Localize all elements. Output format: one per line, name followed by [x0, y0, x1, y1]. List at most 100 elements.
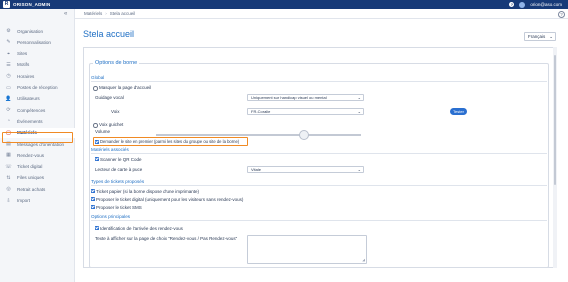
- calendar-icon: ▦: [6, 152, 11, 159]
- cart-icon: ◎: [6, 186, 11, 193]
- section-divider: [91, 220, 547, 221]
- text-display-textarea[interactable]: ◢: [247, 235, 367, 264]
- sidebar-item-label: Personnalisation: [17, 39, 51, 45]
- chevron-down-icon: ⌄: [549, 34, 553, 39]
- sidebar-item-label: Sites: [17, 51, 28, 57]
- sidebar-item-label: Événements: [17, 118, 43, 124]
- voice-guided-radio[interactable]: [93, 123, 98, 128]
- identify-checkbox[interactable]: [95, 226, 99, 230]
- section-main-title: Options principales: [91, 214, 131, 219]
- sidebar-item-4[interactable]: ◷ Horaires: [0, 71, 75, 81]
- top-bar: R ORISON_ADMIN ? orion@aso.com: [0, 0, 568, 9]
- scrollbar-thumb[interactable]: [554, 55, 556, 185]
- resize-handle-icon[interactable]: ◢: [362, 258, 365, 262]
- sidebar-item-15[interactable]: ⇩ Import: [0, 196, 75, 206]
- sidebar-item-label: Import: [17, 198, 31, 203]
- logo-icon: R: [3, 1, 10, 8]
- sidebar-item-13[interactable]: ⇅ Files uniques: [0, 173, 75, 183]
- section-tickets-title: Types de tickets proposés: [91, 179, 145, 184]
- sidebar-item-3[interactable]: ☰ Motifs: [0, 60, 75, 70]
- card-reader-label: Lecteur de carte à puce: [95, 167, 143, 172]
- card-reader-select[interactable]: Vitale ⌄: [247, 166, 364, 173]
- app-root: R ORISON_ADMIN ? orion@aso.com « ⚙ Organi…: [0, 0, 568, 282]
- voice-guided-label: Voix guichet: [99, 122, 124, 127]
- brush-icon: ✎: [6, 39, 11, 46]
- card-reader-value: Vitale: [251, 167, 261, 172]
- skills-icon: ⟳: [6, 107, 11, 114]
- breadcrumb-separator: ›: [105, 11, 107, 16]
- sidebar-item-label: Utilisateurs: [17, 96, 40, 102]
- page-title: Stela accueil: [83, 29, 135, 39]
- sidebar-item-14[interactable]: ◎ Retrait achats: [0, 184, 75, 194]
- sidebar-item-0[interactable]: ⚙ Organisation: [0, 26, 75, 36]
- language-value: Français: [528, 34, 546, 39]
- language-select[interactable]: Français ⌄: [524, 32, 556, 41]
- brand-name: ORISON_ADMIN: [13, 2, 51, 7]
- breadcrumb: Matériels › Stela accueil: [75, 9, 568, 19]
- sidebar-item-7[interactable]: ⟳ Compétences: [0, 105, 75, 115]
- list-icon: ☰: [6, 61, 11, 68]
- breadcrumb-item-materiels[interactable]: Matériels: [84, 11, 102, 16]
- help-circle-icon[interactable]: ?: [509, 2, 515, 7]
- section-divider: [91, 153, 547, 154]
- chevron-down-icon: ⌄: [357, 167, 361, 172]
- phone-icon: ☏: [5, 163, 12, 170]
- sidebar-item-5[interactable]: ▭ Postes de réception: [0, 83, 75, 93]
- chevron-down-icon: ⌄: [357, 109, 361, 114]
- voice-label: Voix: [111, 109, 120, 114]
- section-divider: [91, 81, 547, 82]
- ticket-paper-checkbox[interactable]: [91, 189, 95, 193]
- voice-guidance-value: Uniquement sur handicap visuel ou mental: [251, 95, 327, 100]
- user-icon: 👤: [5, 95, 12, 102]
- desk-icon: ▭: [6, 84, 11, 91]
- ticket-sms-label: Proposer le ticket SMS: [96, 204, 142, 210]
- avatar[interactable]: [519, 1, 526, 8]
- volume-label: Volume: [95, 129, 111, 134]
- text-display-label: Texte à afficher sur la page de choix "R…: [95, 236, 238, 241]
- scan-qr-label: Scanner le QR Code: [100, 156, 142, 162]
- identify-label: Identification de l'arrivée des rendez-v…: [100, 225, 183, 231]
- sidebar-item-8[interactable]: ◔ Événements: [0, 116, 75, 126]
- sidebar-item-label: Postes de réception: [17, 85, 58, 90]
- clock-icon: ◷: [6, 73, 11, 80]
- import-icon: ⇩: [6, 197, 11, 204]
- volume-slider-track[interactable]: [156, 134, 361, 136]
- sidebar-item-label: Organisation: [17, 28, 44, 34]
- volume-slider-handle[interactable]: [298, 130, 309, 140]
- test-voice-button[interactable]: Tester: [450, 108, 467, 115]
- gear-icon: ⚙: [6, 28, 11, 34]
- chevron-down-icon: ⌄: [357, 95, 361, 100]
- sidebar-item-label: Compétences: [17, 107, 46, 113]
- ticket-paper-label: Ticket papier (si la borne dispose d'une…: [96, 188, 199, 194]
- scan-qr-checkbox[interactable]: [95, 157, 99, 161]
- highlight-sidebar-materiels: [2, 132, 73, 143]
- collapse-sidebar-icon[interactable]: «: [64, 11, 67, 17]
- top-bar-right: ? orion@aso.com: [509, 0, 562, 9]
- voice-select[interactable]: FR-Coralie ⌄: [247, 108, 364, 115]
- fieldset-legend: Options de borne: [93, 60, 140, 66]
- voice-guidance-label: Guidage vocal: [95, 95, 124, 100]
- sidebar-item-label: Rendez-vous: [17, 152, 45, 158]
- sidebar-item-12[interactable]: ☏ Ticket digital: [0, 162, 75, 172]
- sidebar-item-1[interactable]: ✎ Personnalisation: [0, 37, 75, 47]
- ticket-digital-checkbox[interactable]: [91, 197, 95, 201]
- ticket-sms-checkbox[interactable]: [91, 205, 95, 209]
- highlight-ask-site: [93, 137, 248, 146]
- section-devices-title: Matériels associés: [91, 147, 129, 152]
- sidebar-item-6[interactable]: 👤 Utilisateurs: [0, 94, 75, 104]
- user-email[interactable]: orion@aso.com: [530, 2, 562, 7]
- sidebar-item-2[interactable]: ⌖ Sites: [0, 49, 75, 59]
- hide-home-label: Masquer la page d'accueil: [99, 85, 152, 90]
- voice-guidance-select[interactable]: Uniquement sur handicap visuel ou mental…: [247, 94, 364, 101]
- event-icon: ◔: [6, 118, 11, 125]
- sidebar-item-label: Motifs: [17, 62, 30, 68]
- sidebar-item-label: Retrait achats: [17, 186, 46, 192]
- breadcrumb-item-current: Stela accueil: [109, 11, 136, 16]
- sidebar-item-label: Ticket digital: [17, 164, 43, 170]
- help-icon[interactable]: ?: [558, 11, 565, 18]
- sidebar-item-11[interactable]: ▦ Rendez-vous: [0, 150, 75, 160]
- section-divider: [91, 185, 547, 186]
- hide-home-radio[interactable]: [93, 86, 98, 91]
- sidebar-item-label: Files uniques: [17, 175, 45, 181]
- queue-icon: ⇅: [6, 174, 11, 181]
